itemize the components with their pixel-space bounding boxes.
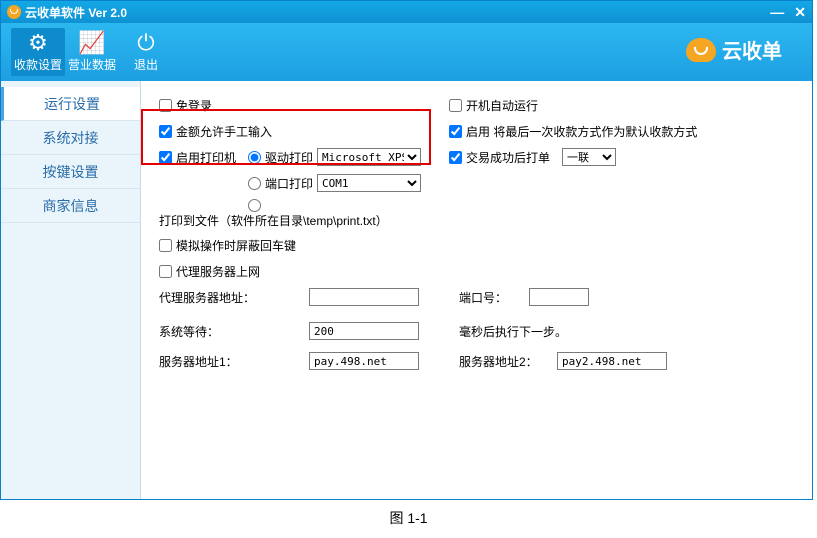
sidebar-run-settings[interactable]: 运行设置 [1,87,140,121]
toolbar-business-data[interactable]: 📈 营业数据 [65,28,119,76]
print-to-file-radio[interactable] [248,199,261,212]
shield-enter-label: 模拟操作时屏蔽回车键 [176,237,296,254]
server2-input[interactable] [557,352,667,370]
manual-amount-label: 金额允许手工输入 [176,123,272,140]
sys-wait-input[interactable] [309,322,419,340]
brand-text: 云收单 [722,35,782,64]
auto-run-label: 开机自动运行 [466,97,538,114]
main-body: 运行设置 系统对接 按键设置 商家信息 免登录 开机自动运行 金额 [1,81,812,499]
minimize-button[interactable]: — [770,4,784,20]
toolbar-label: 收款设置 [14,56,62,73]
toolbar-payment-settings[interactable]: ⚙ 收款设置 [11,28,65,76]
sidebar-system-dock[interactable]: 系统对接 [1,121,140,155]
title-bar: 云收单软件 Ver 2.0 — ✕ [1,1,812,23]
toolbar-exit[interactable]: ⏻ 退出 [119,28,173,76]
server1-input[interactable] [309,352,419,370]
sidebar: 运行设置 系统对接 按键设置 商家信息 [1,81,141,499]
toolbar-label: 营业数据 [68,56,116,73]
cloud-icon [686,38,716,62]
proxy-checkbox[interactable] [159,265,172,278]
free-login-label: 免登录 [176,97,212,114]
gear-icon: ⚙ [28,32,48,54]
manual-amount-checkbox[interactable] [159,125,172,138]
print-after-success-label: 交易成功后打单 [466,149,550,166]
sys-wait-suffix: 毫秒后执行下一步。 [459,323,567,340]
toolbar-label: 退出 [134,56,158,73]
proxy-port-label: 端口号： [459,289,529,306]
close-button[interactable]: ✕ [794,4,806,21]
port-print-label: 端口打印 [265,175,317,192]
shield-enter-checkbox[interactable] [159,239,172,252]
power-icon: ⏻ [137,32,154,54]
server2-label: 服务器地址2： [459,353,557,370]
server1-label: 服务器地址1： [159,353,309,370]
driver-print-label: 驱动打印 [265,149,317,166]
brand-logo: 云收单 [686,35,782,64]
driver-print-radio[interactable] [248,151,261,164]
window-title: 云收单软件 Ver 2.0 [25,4,127,21]
print-after-success-checkbox[interactable] [449,151,462,164]
sidebar-key-settings[interactable]: 按键设置 [1,155,140,189]
figure-caption: 图 1-1 [0,508,817,528]
port-print-radio[interactable] [248,177,261,190]
app-window: 云收单软件 Ver 2.0 — ✕ ⚙ 收款设置 📈 营业数据 ⏻ 退出 云收单… [0,0,813,500]
app-icon [7,5,21,19]
sys-wait-label: 系统等待： [159,323,309,340]
chart-icon: 📈 [78,32,105,54]
enable-printer-label: 启用打印机 [176,149,248,166]
copies-select[interactable]: 一联 [562,148,616,166]
print-to-file-label: 打印到文件（软件所在目录\temp\print.txt） [159,212,388,229]
auto-run-checkbox[interactable] [449,99,462,112]
proxy-addr-label: 代理服务器地址： [159,289,309,306]
settings-panel: 免登录 开机自动运行 金额允许手工输入 启用 将最后一次收款方式作为默认收款方式 [141,81,812,499]
proxy-label: 代理服务器上网 [176,263,260,280]
use-last-method-checkbox[interactable] [449,125,462,138]
proxy-port-input[interactable] [529,288,589,306]
port-select[interactable]: COM1 [317,174,421,192]
enable-printer-checkbox[interactable] [159,151,172,164]
free-login-checkbox[interactable] [159,99,172,112]
sidebar-merchant-info[interactable]: 商家信息 [1,189,140,223]
use-last-method-label: 启用 将最后一次收款方式作为默认收款方式 [466,123,697,140]
proxy-addr-input[interactable] [309,288,419,306]
window-controls: — ✕ [770,1,806,23]
main-toolbar: ⚙ 收款设置 📈 营业数据 ⏻ 退出 云收单 [1,23,812,81]
printer-select[interactable]: Microsoft XPS D [317,148,421,166]
